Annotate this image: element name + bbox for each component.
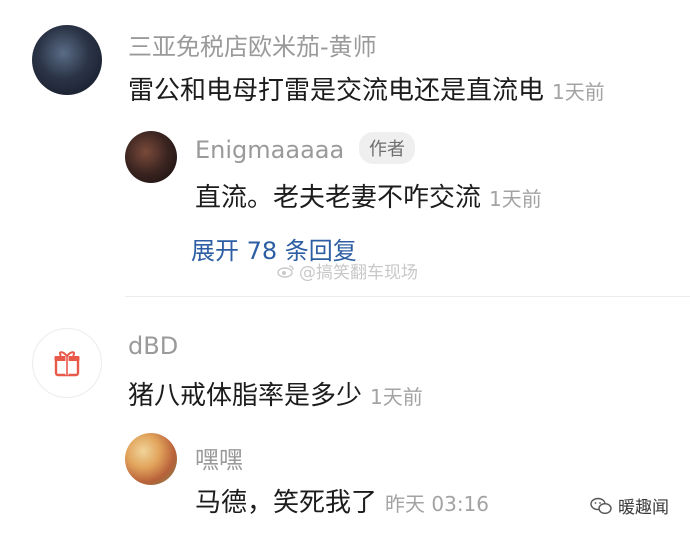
weibo-icon bbox=[277, 264, 294, 278]
comment-body: 猪八戒体脂率是多少 bbox=[128, 381, 363, 411]
watermark-text: @搞笑翻车现场 bbox=[299, 263, 418, 283]
comment-username[interactable]: dBD bbox=[128, 332, 178, 360]
comment-text: 雷公和电母打雷是交流电还是直流电 1天前 bbox=[128, 70, 605, 107]
reply-username[interactable]: Enigmaaaaa bbox=[195, 136, 344, 164]
reply-avatar[interactable] bbox=[125, 433, 177, 485]
comment-text: 猪八戒体脂率是多少 1天前 bbox=[128, 375, 423, 412]
comment-time: 1天前 bbox=[552, 80, 605, 104]
divider bbox=[125, 296, 690, 297]
reply-body: 马德，笑死我了 bbox=[195, 488, 378, 518]
reply-username[interactable]: 嘿嘿 bbox=[195, 440, 243, 475]
reply-avatar[interactable] bbox=[125, 131, 177, 183]
comment-username[interactable]: 三亚免税店欧米茄-黄师 bbox=[128, 27, 377, 62]
gift-icon bbox=[54, 351, 80, 377]
comment-body: 雷公和电母打雷是交流电还是直流电 bbox=[128, 76, 545, 106]
author-badge: 作者 bbox=[359, 132, 415, 164]
watermark: @搞笑翻车现场 bbox=[277, 258, 418, 283]
reply-text: 马德，笑死我了 昨天 03:16 bbox=[195, 482, 489, 519]
avatar[interactable] bbox=[32, 25, 102, 95]
wechat-icon bbox=[590, 497, 612, 514]
reply-text: 直流。老夫老妻不咋交流 1天前 bbox=[195, 177, 542, 214]
comment-time: 1天前 bbox=[370, 385, 423, 409]
reply-time: 昨天 03:16 bbox=[385, 492, 490, 516]
corner-brand-text: 暖趣闻 bbox=[618, 498, 669, 518]
corner-brand: 暖趣闻 bbox=[590, 493, 669, 518]
reply-time: 1天前 bbox=[489, 187, 542, 211]
avatar[interactable] bbox=[32, 328, 102, 398]
reply-body: 直流。老夫老妻不咋交流 bbox=[195, 183, 482, 213]
